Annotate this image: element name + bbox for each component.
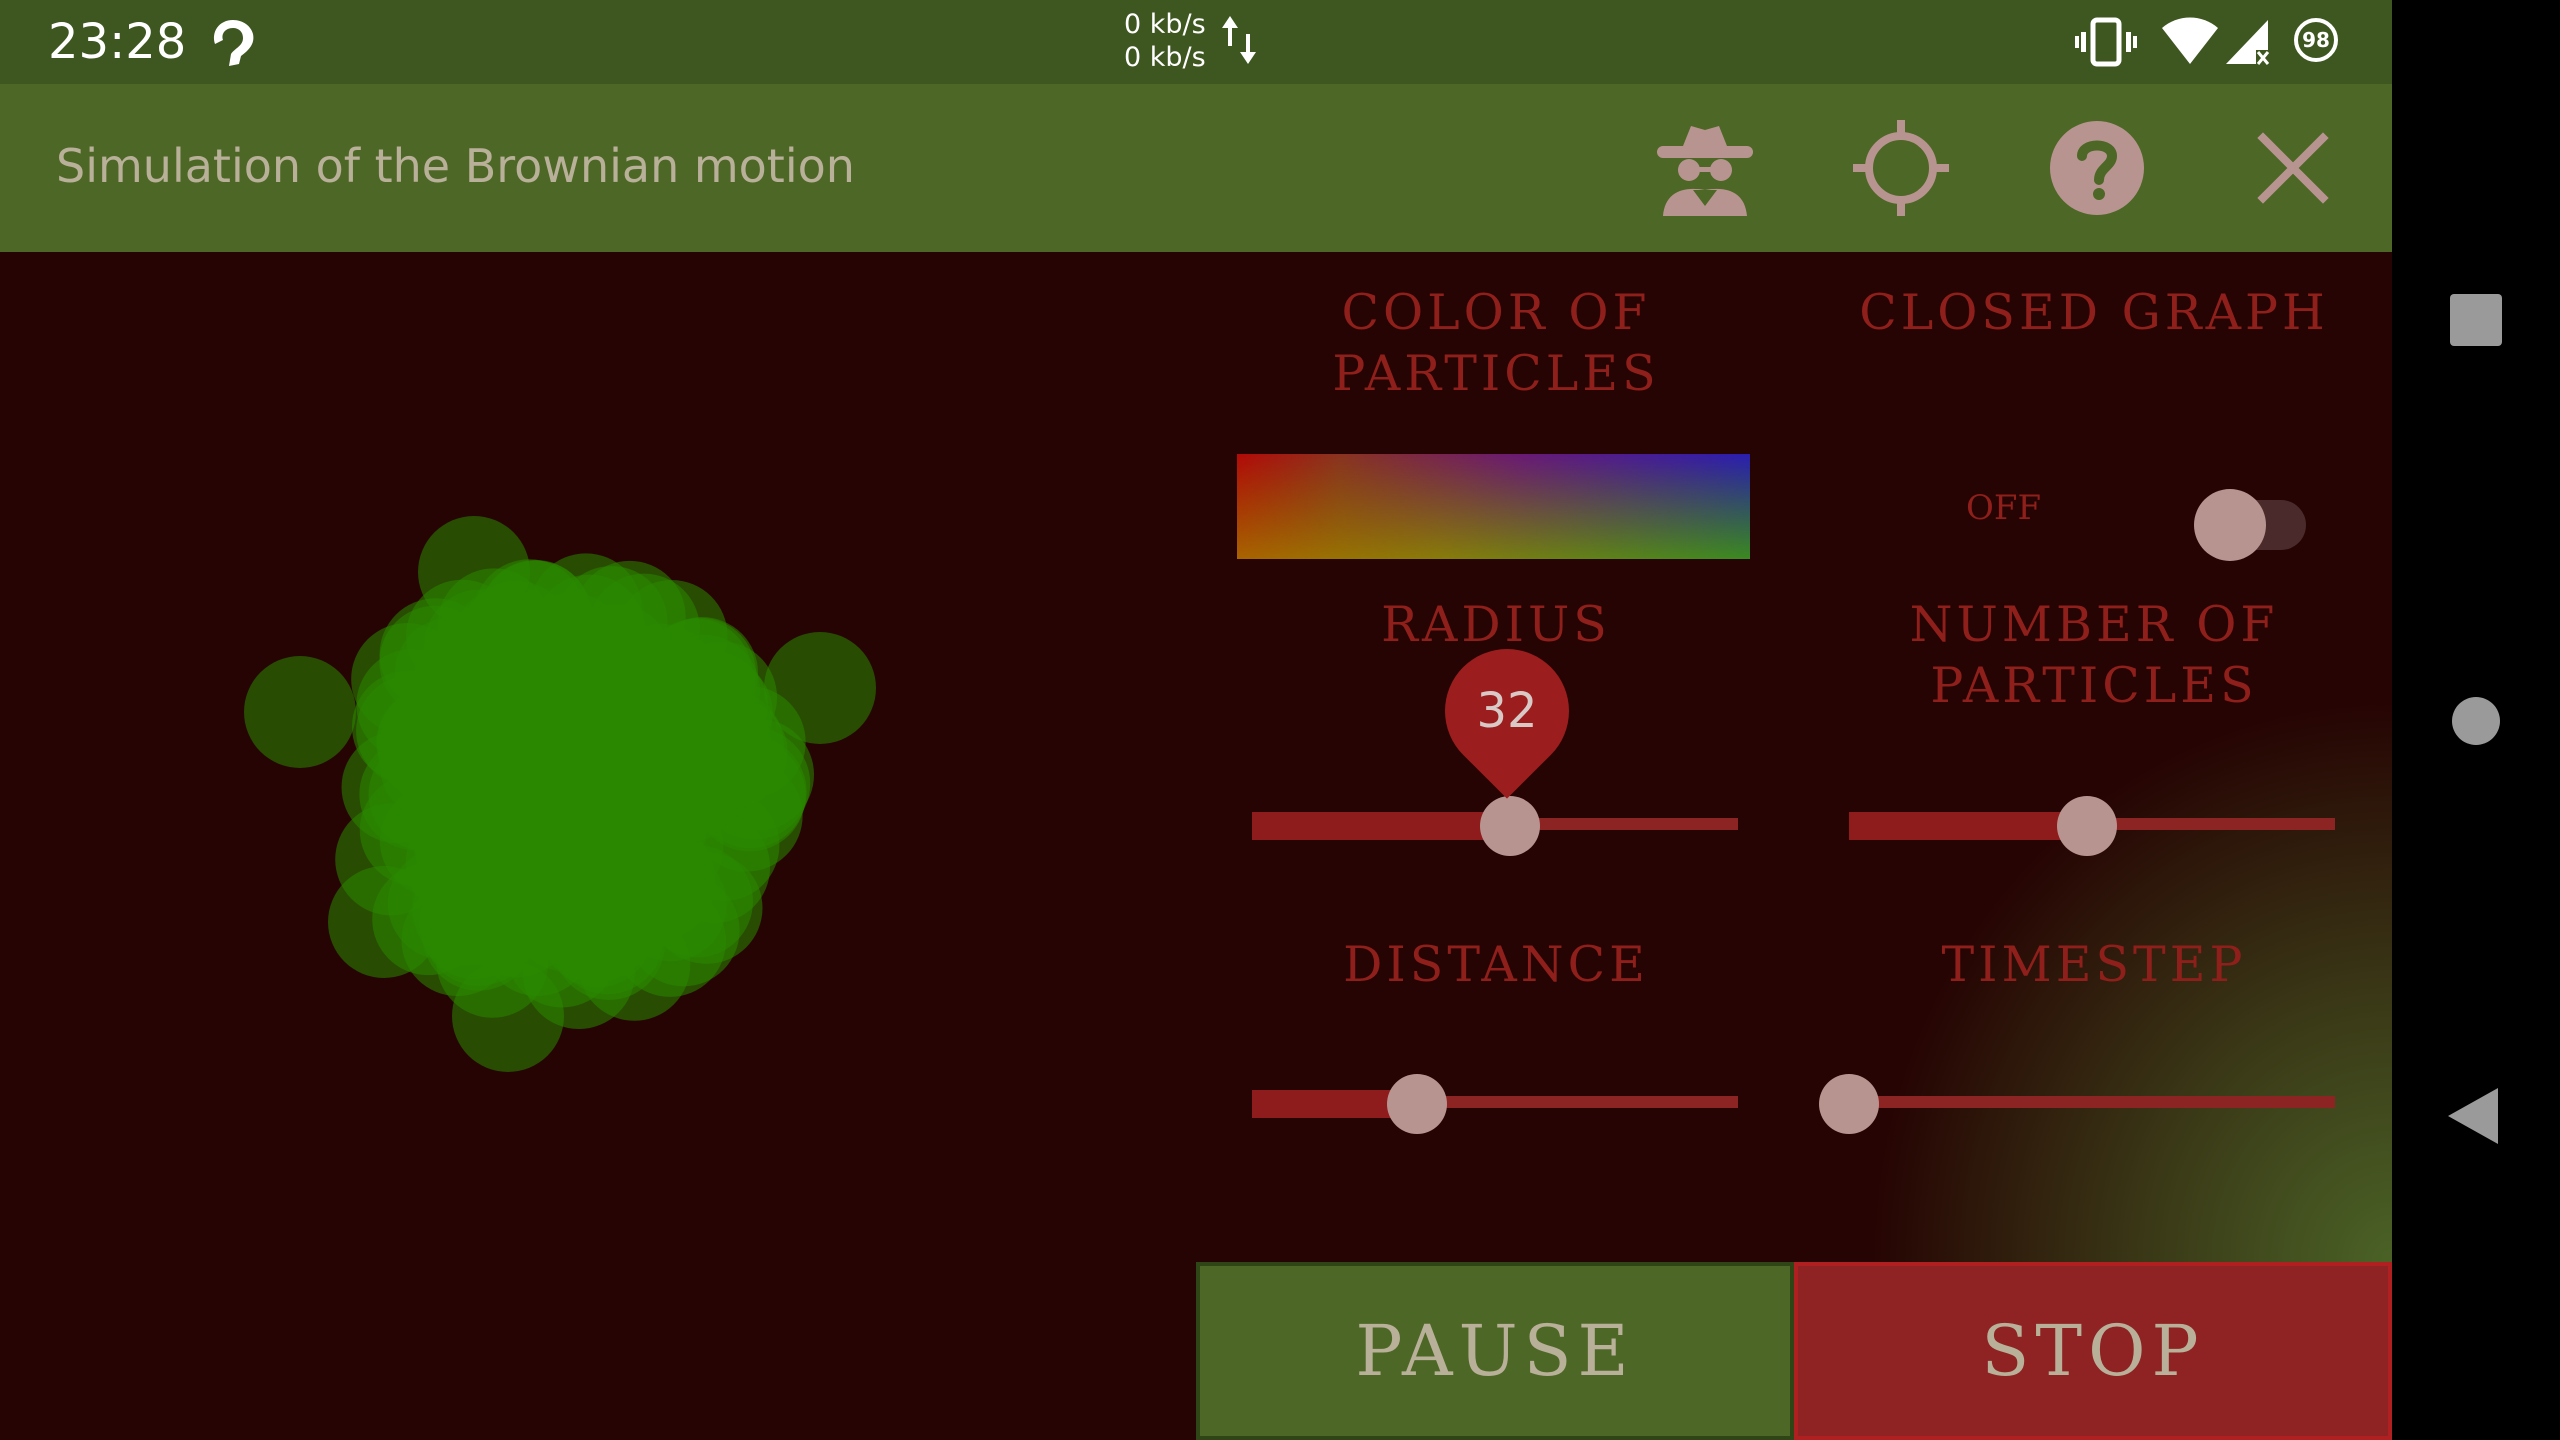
slider-thumb[interactable] bbox=[1819, 1074, 1879, 1134]
signal-icon bbox=[2226, 20, 2270, 65]
radius-value: 32 bbox=[1476, 683, 1538, 739]
net-upload-speed: 0 kb/s bbox=[1124, 9, 1206, 40]
locate-button[interactable] bbox=[1847, 114, 1955, 222]
net-download-speed: 0 kb/s bbox=[1124, 42, 1206, 73]
app-screen: 23:28 0 kb/s 0 kb/s 98 Simulation of the… bbox=[0, 0, 2392, 1440]
slider-fill bbox=[1252, 812, 1510, 840]
vibrate-icon bbox=[2075, 17, 2137, 67]
slider-thumb[interactable] bbox=[1387, 1074, 1448, 1134]
particle-color-picker-shade[interactable] bbox=[1237, 454, 1750, 559]
particle bbox=[764, 632, 876, 744]
slider-fill bbox=[1849, 812, 2088, 840]
spy-icon bbox=[1657, 126, 1753, 216]
data-arrows-icon bbox=[1222, 16, 1256, 64]
radius-slider[interactable] bbox=[1252, 796, 1738, 856]
number-of-particles-slider[interactable] bbox=[1849, 796, 2335, 856]
slider-thumb[interactable] bbox=[1479, 796, 1540, 856]
particle bbox=[244, 656, 356, 768]
particle bbox=[504, 674, 617, 787]
number-of-particles-label: NUMBER OF PARTICLES bbox=[1909, 596, 2279, 714]
crosshair-icon bbox=[1853, 120, 1949, 216]
slider-thumb[interactable] bbox=[2057, 796, 2118, 856]
slider-track bbox=[1849, 1096, 2335, 1108]
recents-button[interactable] bbox=[2450, 294, 2502, 346]
pause-button[interactable]: PAUSE bbox=[1196, 1262, 1794, 1440]
distance-slider[interactable] bbox=[1252, 1074, 1738, 1134]
particle bbox=[641, 697, 754, 810]
incognito-button[interactable] bbox=[1651, 114, 1759, 222]
timestep-label: TIMESTEP bbox=[1941, 936, 2247, 993]
close-icon bbox=[2257, 132, 2329, 204]
closed-graph-label: CLOSED GRAPH bbox=[1859, 284, 2329, 341]
closed-graph-switch[interactable] bbox=[2194, 476, 2310, 561]
particle bbox=[452, 960, 564, 1072]
wifi-icon bbox=[2162, 17, 2218, 64]
close-button[interactable] bbox=[2239, 114, 2347, 222]
app-toolbar: Simulation of the Brownian motion bbox=[0, 84, 2392, 252]
app-title: Simulation of the Brownian motion bbox=[56, 139, 855, 193]
closed-graph-state-label: OFF bbox=[1966, 488, 2042, 528]
color-of-particles-label: COLOR OF PARTICLES bbox=[1332, 284, 1660, 402]
network-speed: 0 kb/s 0 kb/s bbox=[1124, 8, 1206, 74]
help-icon bbox=[2050, 121, 2144, 215]
help-button[interactable] bbox=[2043, 114, 2151, 222]
status-clock: 23:28 bbox=[48, 14, 187, 70]
status-bar: 23:28 0 kb/s 0 kb/s 98 bbox=[0, 0, 2392, 84]
android-nav-bar bbox=[2392, 0, 2560, 1440]
timestep-slider[interactable] bbox=[1819, 1074, 2335, 1134]
particle-simulation-canvas bbox=[244, 516, 876, 1072]
stop-button[interactable]: STOP bbox=[1794, 1262, 2392, 1440]
particle bbox=[356, 648, 469, 761]
back-button[interactable] bbox=[2448, 1088, 2498, 1144]
home-button[interactable] bbox=[2452, 697, 2500, 745]
particle bbox=[328, 866, 440, 978]
particle bbox=[418, 516, 530, 628]
battery-icon: 98 bbox=[2294, 18, 2338, 62]
distance-label: DISTANCE bbox=[1343, 936, 1649, 993]
controls-panel: COLOR OF PARTICLES CLOSED GRAPH OFF RADI… bbox=[1196, 252, 2392, 1262]
notification-icon bbox=[213, 20, 254, 66]
radius-label: RADIUS bbox=[1381, 596, 1611, 653]
switch-thumb[interactable] bbox=[2194, 489, 2266, 561]
